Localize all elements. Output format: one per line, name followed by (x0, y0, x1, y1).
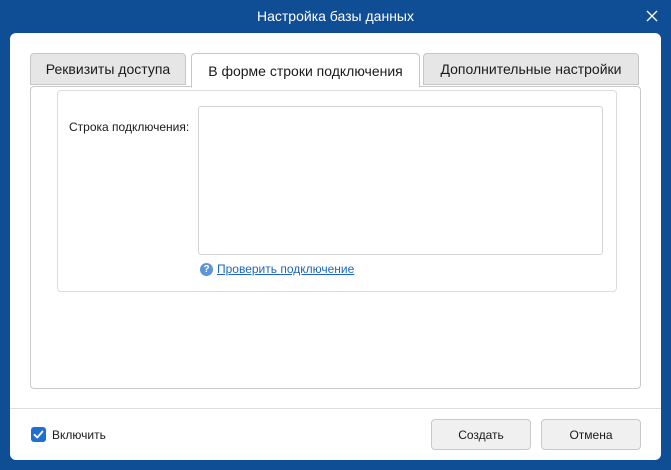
create-button[interactable]: Создать (431, 419, 531, 450)
window-title: Настройка базы данных (257, 8, 414, 24)
help-icon: ? (200, 262, 213, 276)
checkbox-checked-icon[interactable] (31, 427, 46, 442)
title-bar: Настройка базы данных (0, 0, 671, 33)
check-connection-text[interactable]: Проверить подключение (217, 262, 354, 276)
footer-divider (10, 408, 661, 409)
cancel-button[interactable]: Отмена (541, 419, 641, 450)
close-button[interactable] (641, 5, 663, 27)
close-icon (646, 10, 658, 22)
connection-string-input[interactable] (198, 106, 603, 255)
tab-connection-string[interactable]: В форме строки подключения (191, 53, 420, 88)
checkmark-icon (33, 430, 44, 439)
enable-checkbox[interactable]: Включить (31, 427, 106, 442)
tab-advanced-settings[interactable]: Дополнительные настройки (423, 53, 639, 85)
check-connection-link[interactable]: ? Проверить подключение (200, 262, 354, 276)
settings-window: Настройка базы данных Реквизиты доступа … (0, 0, 671, 470)
tab-access-credentials[interactable]: Реквизиты доступа (30, 53, 186, 85)
dialog-body: Реквизиты доступа В форме строки подключ… (10, 33, 661, 460)
enable-label: Включить (52, 427, 106, 442)
connection-string-label: Строка подключения: (69, 120, 190, 134)
